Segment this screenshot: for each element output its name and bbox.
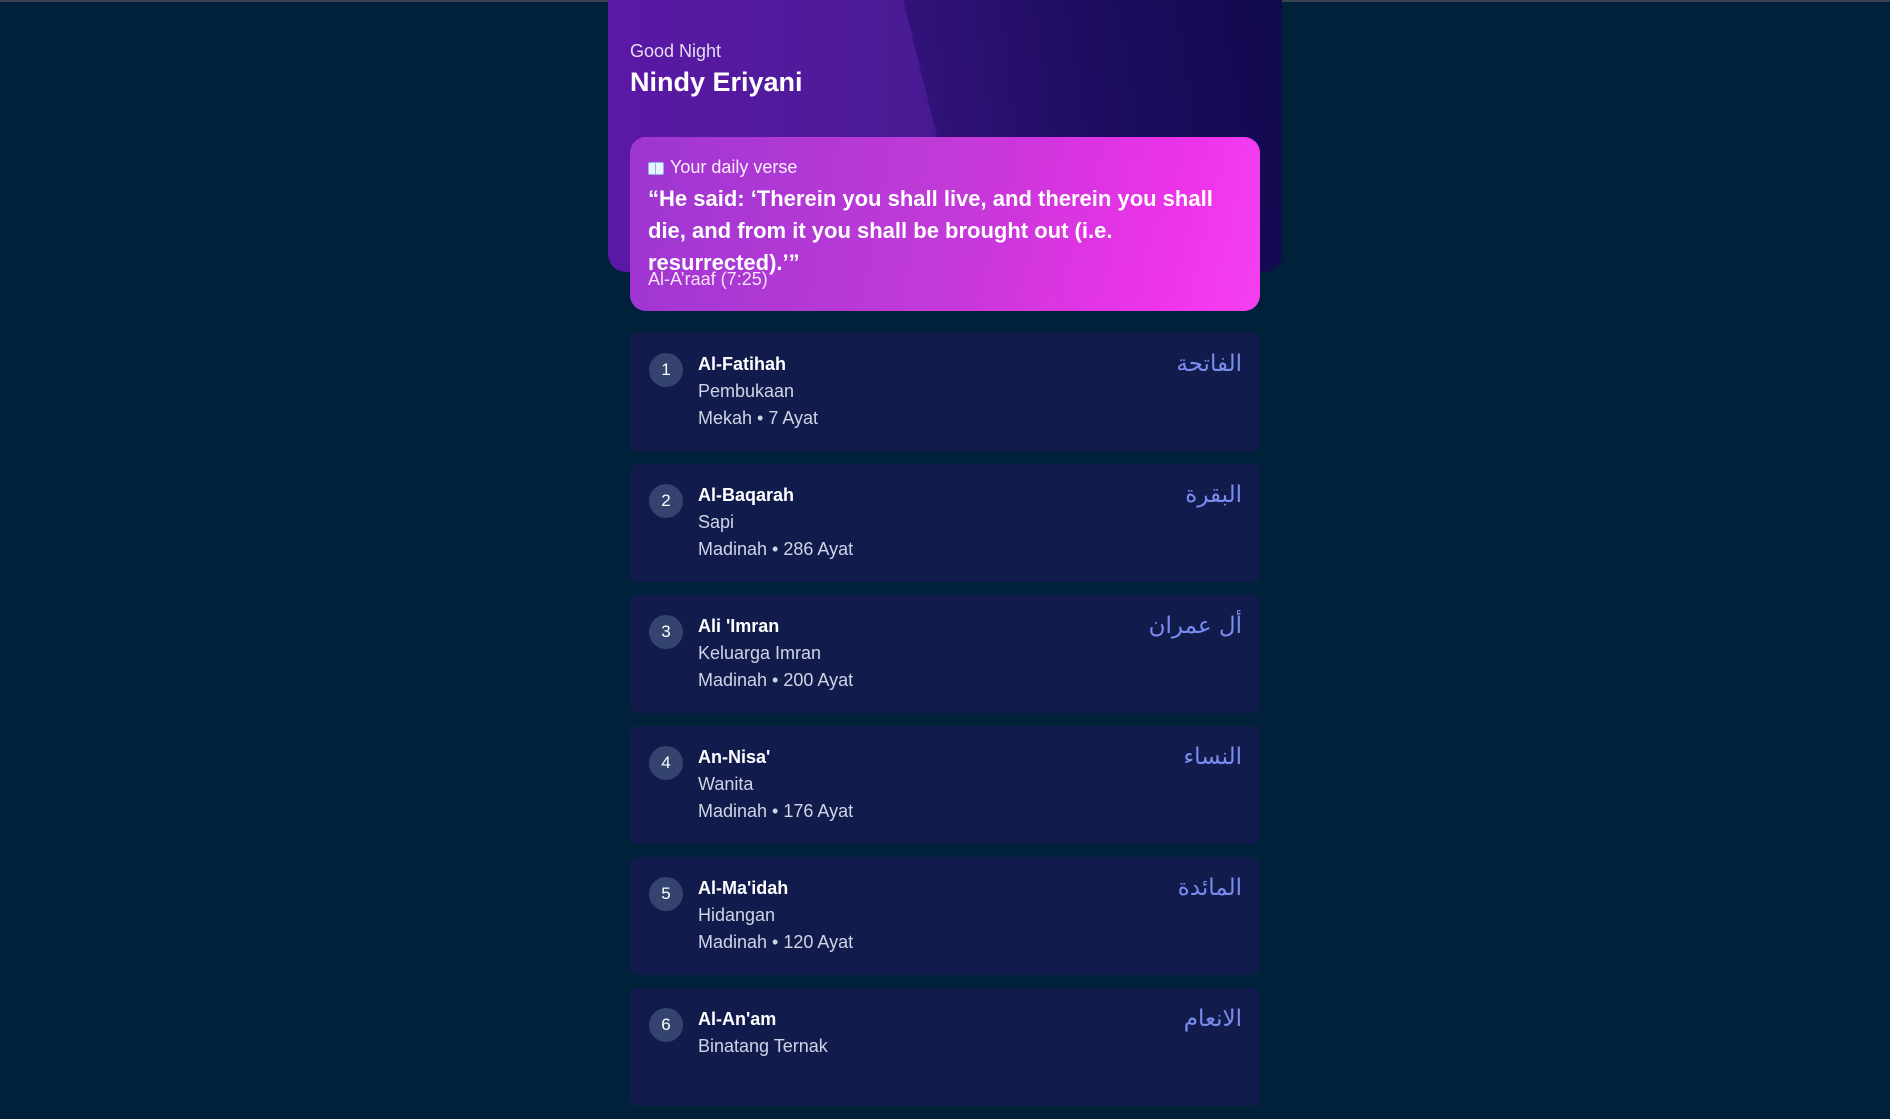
daily-verse-card[interactable]: Your daily verse “He said: ‘Therein you … xyxy=(630,137,1260,311)
surah-arabic-name: النساء xyxy=(1183,744,1242,770)
book-icon xyxy=(648,161,664,175)
surah-item[interactable]: 4 An-Nisa' Wanita Madinah • 176 Ayat الن… xyxy=(630,726,1260,844)
surah-meta: Madinah • 200 Ayat xyxy=(698,670,854,690)
surah-meaning: Hidangan xyxy=(698,905,776,925)
surah-meta: Madinah • 120 Ayat xyxy=(698,932,854,952)
surah-item[interactable]: 5 Al-Ma'idah Hidangan Madinah • 120 Ayat… xyxy=(630,857,1260,975)
surah-name: Al-Fatihah xyxy=(698,354,786,374)
user-name: Nindy Eriyani xyxy=(630,67,803,97)
daily-verse-label-text: Your daily verse xyxy=(670,157,798,177)
surah-number-badge: 5 xyxy=(649,877,683,911)
surah-meaning: Sapi xyxy=(698,512,735,532)
surah-meta: Madinah • 286 Ayat xyxy=(698,539,854,559)
surah-name: Al-Ma'idah xyxy=(698,878,789,898)
surah-number-badge: 6 xyxy=(649,1008,683,1042)
surah-arabic-name: الفاتحة xyxy=(1176,351,1242,377)
surah-meaning: Wanita xyxy=(698,774,754,794)
surah-arabic-name: المائدة xyxy=(1177,875,1242,901)
surah-number-badge: 3 xyxy=(649,615,683,649)
surah-name: Ali 'Imran xyxy=(698,616,780,636)
surah-name: An-Nisa' xyxy=(698,747,771,767)
surah-arabic-name: الانعام xyxy=(1183,1006,1242,1032)
app-container: Good Night Nindy Eriyani Your daily vers… xyxy=(608,0,1282,1106)
greeting-text: Good Night xyxy=(630,41,722,61)
daily-verse-reference: Al-A’raaf (7:25) xyxy=(648,269,768,289)
surah-item[interactable]: 6 Al-An'am Binatang Ternak الانعام xyxy=(630,988,1260,1106)
surah-number-badge: 1 xyxy=(649,353,683,387)
surah-arabic-name: أل عمران xyxy=(1148,613,1242,639)
surah-name: Al-An'am xyxy=(698,1009,777,1029)
surah-meaning: Keluarga Imran xyxy=(698,643,822,663)
surah-item[interactable]: 1 Al-Fatihah Pembukaan Mekah • 7 Ayat ال… xyxy=(630,333,1260,451)
surah-meta: Madinah • 176 Ayat xyxy=(698,801,854,821)
daily-verse-label: Your daily verse xyxy=(648,157,797,178)
surah-meaning: Binatang Ternak xyxy=(698,1036,828,1056)
surah-item[interactable]: 2 Al-Baqarah Sapi Madinah • 286 Ayat الب… xyxy=(630,464,1260,582)
surah-item[interactable]: 3 Ali 'Imran Keluarga Imran Madinah • 20… xyxy=(630,595,1260,713)
surah-arabic-name: البقرة xyxy=(1185,482,1242,508)
surah-list: 1 Al-Fatihah Pembukaan Mekah • 7 Ayat ال… xyxy=(630,333,1260,1119)
surah-meaning: Pembukaan xyxy=(698,381,795,401)
surah-number-badge: 4 xyxy=(649,746,683,780)
daily-verse-text: “He said: ‘Therein you shall live, and t… xyxy=(648,186,1213,275)
surah-name: Al-Baqarah xyxy=(698,485,795,505)
surah-meta: Mekah • 7 Ayat xyxy=(698,408,819,428)
surah-number-badge: 2 xyxy=(649,484,683,518)
